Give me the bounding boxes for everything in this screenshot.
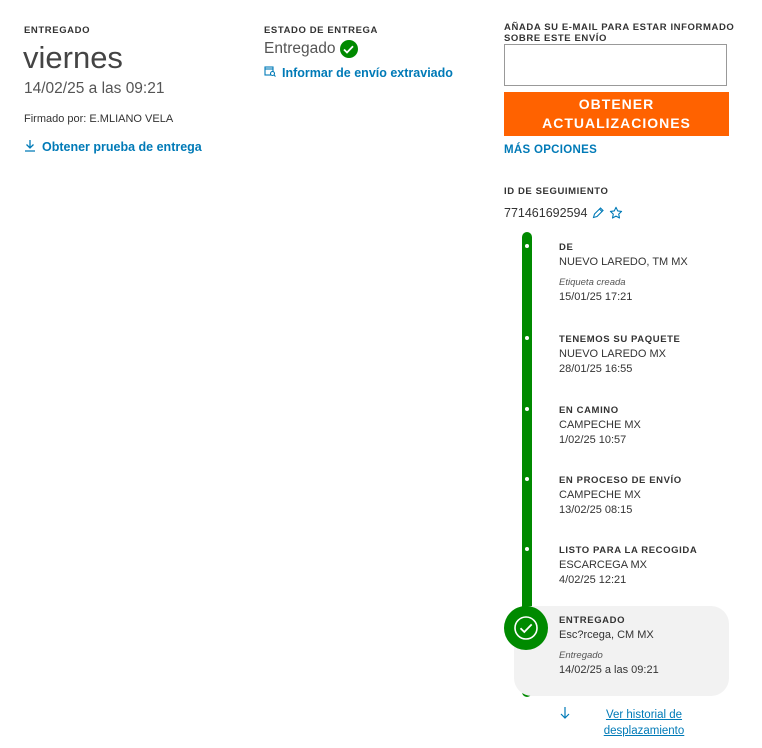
pencil-icon[interactable] xyxy=(591,206,605,220)
tracking-id-row: 771461692594 xyxy=(504,206,623,220)
get-updates-button[interactable]: OBTENER ACTUALIZACIONES xyxy=(504,92,729,136)
report-lost-shipment-link[interactable]: Informar de envío extraviado xyxy=(264,65,453,80)
timeline-event-origin: DE NUEVO LAREDO, TM MX Etiqueta creada 1… xyxy=(559,242,688,303)
event-title: EN PROCESO DE ENVÍO xyxy=(559,475,682,486)
travel-history-link[interactable]: Ver historial de desplazamiento xyxy=(598,707,690,739)
event-location: ESCARCEGA MX xyxy=(559,559,648,571)
timeline-dot xyxy=(525,547,529,551)
event-datetime: 15/01/25 17:21 xyxy=(559,291,633,303)
get-updates-line-1: OBTENER xyxy=(578,96,655,112)
timeline-event-picked-up: TENEMOS SU PAQUETE NUEVO LAREDO MX 28/01… xyxy=(559,334,680,375)
event-subtitle: Etiqueta creada xyxy=(559,277,626,288)
timeline-event-in-transit: EN CAMINO CAMPECHE MX 1/02/25 10:57 xyxy=(559,405,641,446)
timeline-event-processing: EN PROCESO DE ENVÍO CAMPECHE MX 13/02/25… xyxy=(559,475,682,516)
event-datetime: 1/02/25 10:57 xyxy=(559,434,627,446)
event-title: EN CAMINO xyxy=(559,405,619,416)
timeline-event-delivered: ENTREGADO Esc?rcega, CM MX Entregado 14/… xyxy=(559,615,659,676)
delivery-status: Entregado xyxy=(264,40,358,58)
star-icon[interactable] xyxy=(609,206,623,220)
proof-of-delivery-label: Obtener prueba de entrega xyxy=(42,140,202,154)
lost-package-icon xyxy=(264,65,276,80)
event-datetime: 14/02/25 a las 09:21 xyxy=(559,664,659,676)
delivery-status-value: Entregado xyxy=(264,40,336,57)
event-subtitle: Entregado xyxy=(559,650,603,661)
event-title: DE xyxy=(559,242,574,253)
timeline-dot xyxy=(525,407,529,411)
event-location: CAMPECHE MX xyxy=(559,489,641,501)
email-input[interactable] xyxy=(504,44,727,86)
email-updates-label: AÑADA SU E-MAIL PARA ESTAR INFORMADO SOB… xyxy=(504,22,735,44)
event-datetime: 4/02/25 12:21 xyxy=(559,574,627,586)
event-location: Esc?rcega, CM MX xyxy=(559,629,654,641)
get-updates-line-2: ACTUALIZACIONES xyxy=(542,115,691,131)
event-datetime: 13/02/25 08:15 xyxy=(559,504,633,516)
timeline-dot xyxy=(525,477,529,481)
proof-of-delivery-link[interactable]: Obtener prueba de entrega xyxy=(24,139,202,155)
timeline-dot xyxy=(525,244,529,248)
delivery-datetime: 14/02/25 a las 09:21 xyxy=(24,80,165,97)
timeline-event-ready-for-pickup: LISTO PARA LA RECOGIDA ESCARCEGA MX 4/02… xyxy=(559,545,697,586)
delivered-check-icon xyxy=(504,606,548,650)
tracking-number: 771461692594 xyxy=(504,206,588,220)
delivery-status-label: ESTADO DE ENTREGA xyxy=(264,25,379,36)
report-lost-shipment-label: Informar de envío extraviado xyxy=(282,65,453,80)
event-location: NUEVO LAREDO MX xyxy=(559,348,666,360)
event-title: LISTO PARA LA RECOGIDA xyxy=(559,545,698,556)
more-options-link[interactable]: MÁS OPCIONES xyxy=(504,144,597,156)
event-location: NUEVO LAREDO, TM MX xyxy=(559,256,688,268)
event-title: ENTREGADO xyxy=(559,615,626,626)
event-datetime: 28/01/25 16:55 xyxy=(559,363,633,375)
arrow-down-icon xyxy=(559,706,571,725)
download-icon xyxy=(24,139,36,155)
event-location: CAMPECHE MX xyxy=(559,419,641,431)
delivery-day: viernes xyxy=(23,40,123,75)
signed-by-text: Firmado por: E.MLIANO VELA xyxy=(24,113,174,125)
timeline-dot xyxy=(525,336,529,340)
event-title: TENEMOS SU PAQUETE xyxy=(559,334,681,345)
tracking-id-label: ID DE SEGUIMIENTO xyxy=(504,186,609,197)
delivered-label: ENTREGADO xyxy=(24,25,91,36)
check-circle-icon xyxy=(339,40,358,58)
